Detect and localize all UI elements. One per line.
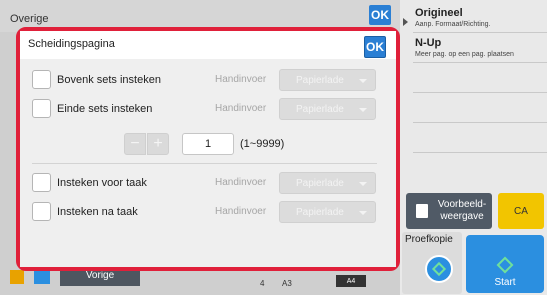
checkbox-insert-after-job[interactable] — [32, 202, 51, 221]
manual-feed-option[interactable]: Handinvoer — [215, 206, 266, 217]
paper-tray-select[interactable]: Papierlade — [279, 201, 376, 223]
paper-tray-select[interactable]: Papierlade — [279, 98, 376, 120]
background-title: Overige — [10, 13, 49, 25]
background-ok-button[interactable]: OK — [369, 5, 391, 25]
start-label: Start — [494, 277, 516, 288]
menu-item-subtitle: Meer pag. op een pag. plaatsen — [415, 51, 514, 58]
divider — [413, 152, 547, 153]
increment-button[interactable]: + — [147, 133, 169, 155]
start-button[interactable]: Start — [466, 235, 544, 293]
divider — [413, 62, 547, 63]
page-number: 4 — [260, 279, 265, 288]
divider — [413, 32, 547, 33]
checkbox-insert-start-sets[interactable] — [32, 70, 51, 89]
paper-tray-select[interactable]: Papierlade — [279, 69, 376, 91]
row-label: Bovenk sets insteken — [57, 74, 161, 86]
select-value: Papierlade — [296, 103, 344, 115]
paper-tray-select[interactable]: Papierlade — [279, 172, 376, 194]
row-label: Einde sets insteken — [57, 103, 153, 115]
chevron-down-icon — [359, 211, 367, 215]
clear-all-button[interactable]: CA — [498, 193, 544, 229]
row-label: Insteken na taak — [57, 206, 138, 218]
set-count-input[interactable]: 1 — [182, 133, 234, 155]
menu-item-title: N-Up — [415, 37, 442, 49]
manual-feed-option[interactable]: Handinvoer — [215, 74, 266, 85]
favorite-icon[interactable] — [10, 270, 24, 284]
menu-item-origineel[interactable]: Origineel Aanp. Formaat/Richting. — [415, 7, 545, 28]
preview-label: Voorbeeld- weergave — [437, 199, 487, 222]
start-diamond-icon — [496, 256, 514, 274]
select-value: Papierlade — [296, 206, 344, 218]
select-value: Papierlade — [296, 177, 344, 189]
menu-item-n-up[interactable]: N-Up Meer pag. op een pag. plaatsen — [415, 37, 545, 58]
select-value: Papierlade — [296, 74, 344, 86]
proof-copy-label: Proefkopie — [405, 234, 453, 245]
menu-item-subtitle: Aanp. Formaat/Richting. — [415, 21, 491, 28]
checkbox-insert-end-sets[interactable] — [32, 99, 51, 118]
divider — [413, 122, 547, 123]
manual-feed-option[interactable]: Handinvoer — [215, 103, 266, 114]
dialog-ok-button[interactable]: OK — [364, 36, 386, 58]
decrement-button[interactable]: − — [124, 133, 146, 155]
set-count-range: (1~9999) — [240, 138, 285, 150]
chevron-down-icon — [359, 182, 367, 186]
check-icon[interactable] — [34, 270, 50, 284]
chevron-down-icon — [359, 79, 367, 83]
arrow-right-icon — [403, 18, 408, 26]
proof-copy-button[interactable] — [425, 255, 453, 283]
row-insert-before-job: Insteken voor taak Handinvoer Papierlade — [32, 172, 382, 194]
chevron-down-icon — [359, 108, 367, 112]
row-insert-after-job: Insteken na taak Handinvoer Papierlade — [32, 201, 382, 223]
preview-icon — [416, 204, 428, 218]
manual-feed-option[interactable]: Handinvoer — [215, 177, 266, 188]
preview-button[interactable]: Voorbeeld- weergave — [406, 193, 492, 229]
row-label: Insteken voor taak — [57, 177, 147, 189]
paper-size-a4: A4 — [336, 275, 366, 287]
start-diamond-icon — [431, 261, 447, 277]
menu-item-title: Origineel — [415, 7, 463, 19]
divider — [413, 92, 547, 93]
paper-size-a3: A3 — [282, 279, 292, 288]
dialog-title: Scheidingspagina — [28, 38, 115, 50]
row-insert-start-sets: Bovenk sets insteken Handinvoer Papierla… — [32, 69, 382, 91]
section-divider — [32, 163, 377, 164]
row-insert-end-sets: Einde sets insteken Handinvoer Papierlad… — [32, 98, 382, 120]
checkbox-insert-before-job[interactable] — [32, 173, 51, 192]
